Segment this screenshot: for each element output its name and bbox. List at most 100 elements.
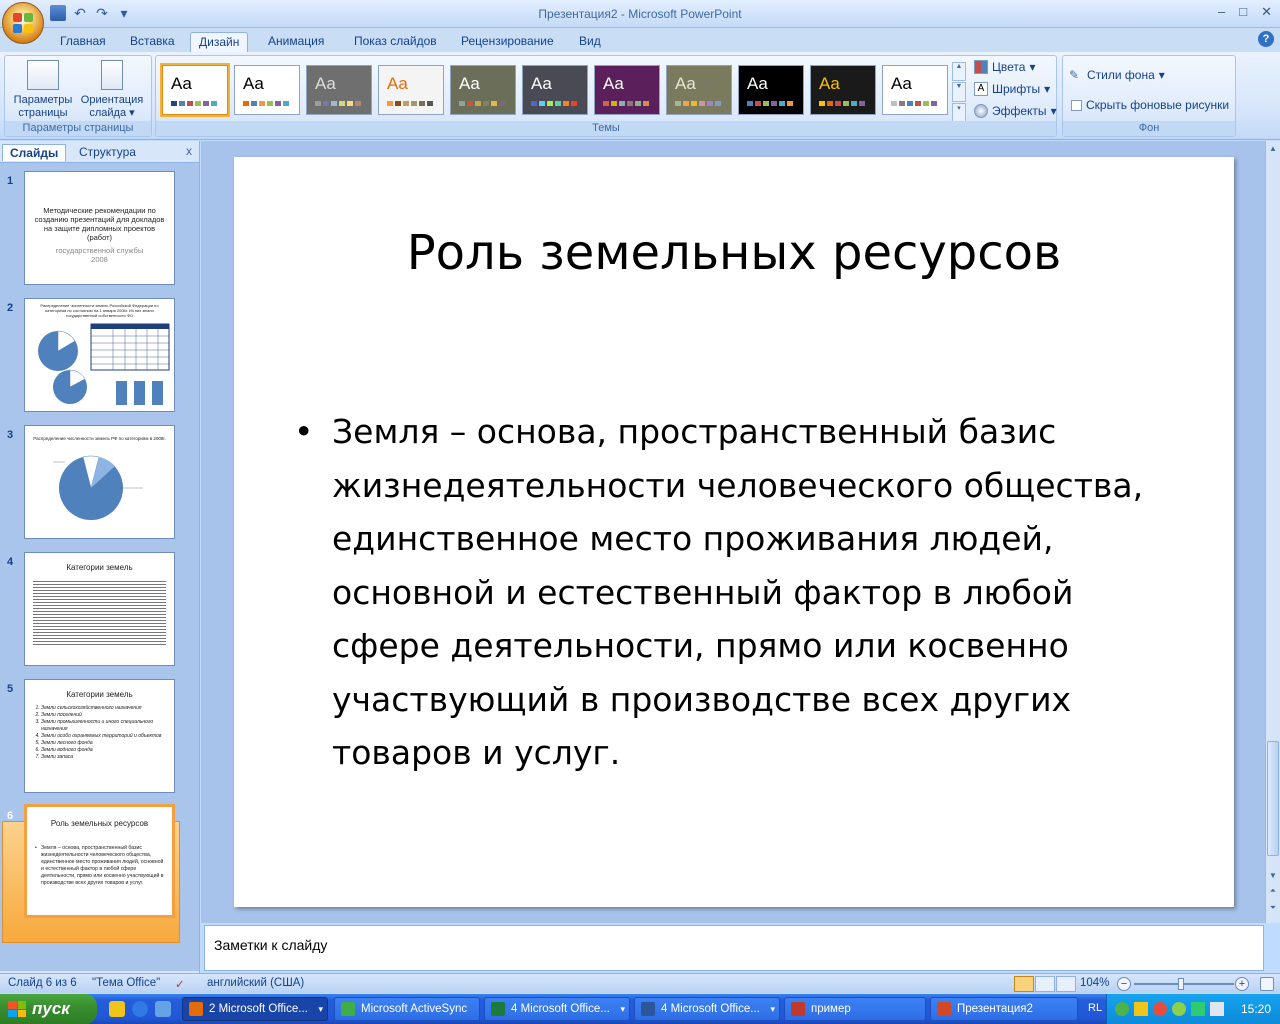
volume-icon[interactable] — [1210, 1002, 1224, 1016]
theme-thumbnail[interactable]: Aa — [160, 63, 230, 117]
next-slide-icon[interactable]: ⏷ — [1267, 903, 1279, 913]
taskbar-task-6[interactable]: Презентация2 — [930, 997, 1078, 1021]
gallery-more-icon[interactable]: ▾ — [952, 102, 966, 122]
language-indicator[interactable]: английский (США) — [207, 977, 304, 989]
fit-slide-button[interactable] — [1260, 977, 1274, 991]
sync-icon[interactable] — [1115, 1002, 1129, 1016]
theme-thumbnail[interactable]: Aa — [666, 65, 732, 115]
mail-icon[interactable] — [1134, 1002, 1148, 1016]
theme-fonts-button[interactable]: A Шрифты ▾ — [974, 82, 1050, 96]
theme-thumbnail[interactable]: Aa — [738, 65, 804, 115]
slide-thumbnail-5[interactable]: Категории земель Земли сельскохозяйствен… — [24, 679, 175, 793]
slide-orientation-button[interactable]: Ориентация слайда ▾ — [77, 60, 147, 120]
zoom-out-button[interactable]: − — [1117, 977, 1131, 991]
antivirus-icon[interactable] — [1153, 1002, 1167, 1016]
theme-colors-button[interactable]: Цвета ▾ — [974, 60, 1035, 74]
theme-thumbnail[interactable]: Aa — [378, 65, 444, 115]
close-panel-icon[interactable]: x — [186, 144, 192, 158]
office-button[interactable] — [2, 2, 44, 44]
theme-thumbnail[interactable]: Aa — [882, 65, 948, 115]
security-icon[interactable] — [1191, 1002, 1205, 1016]
theme-effects-button[interactable]: Эффекты ▾ — [974, 104, 1057, 118]
scroll-thumb[interactable] — [1267, 741, 1279, 856]
ie-icon[interactable] — [132, 1001, 148, 1017]
theme-thumbnail[interactable]: Aa — [594, 65, 660, 115]
tab-slides[interactable]: Слайды — [2, 144, 67, 161]
taskbar-task-4[interactable]: 4 Microsoft Office... ▾ — [634, 997, 780, 1021]
colors-icon — [974, 60, 988, 74]
themes-group-label: Темы — [156, 121, 1056, 136]
tab-animation[interactable]: Анимация — [260, 32, 332, 52]
zoom-in-button[interactable]: + — [1235, 977, 1249, 991]
tab-design[interactable]: Дизайн — [190, 32, 249, 52]
current-slide[interactable]: Роль земельных ресурсов • Земля – основа… — [234, 157, 1234, 907]
checkbox-icon[interactable] — [1071, 99, 1082, 111]
start-button[interactable]: пуск — [0, 994, 97, 1024]
network-icon[interactable] — [1172, 1002, 1186, 1016]
tab-insert[interactable]: Вставка — [122, 32, 183, 52]
normal-view-button[interactable] — [1014, 976, 1034, 992]
scroll-down-icon[interactable]: ▼ — [1267, 871, 1279, 880]
taskbar-task-2[interactable]: Microsoft ActiveSync — [334, 997, 480, 1021]
spellcheck-icon[interactable]: ✓ — [175, 977, 185, 991]
slide-thumbnail-1[interactable]: Методические рекомендации по созданию пр… — [24, 171, 175, 285]
vertical-scrollbar[interactable]: ▲ ▼ ⏶ ⏷ — [1265, 141, 1280, 923]
desktop-icon[interactable] — [155, 1001, 171, 1017]
title-bar: ↶ ↷ ▾ Презентация2 - Microsoft PowerPoin… — [0, 0, 1280, 28]
orientation-icon — [101, 60, 123, 90]
gallery-down-icon[interactable]: ▼ — [952, 82, 966, 102]
page-setup-button[interactable]: Параметры страницы — [8, 60, 78, 120]
tab-review[interactable]: Рецензирование — [453, 32, 562, 52]
theme-thumbnail[interactable]: Aa — [234, 65, 300, 115]
sorter-view-button[interactable] — [1035, 976, 1055, 992]
bar-shape — [116, 381, 127, 405]
bar-shape — [134, 381, 145, 405]
theme-thumbnail[interactable]: Aa — [450, 65, 516, 115]
outlook-icon[interactable] — [109, 1001, 125, 1017]
effects-icon — [974, 104, 988, 118]
theme-thumbnail[interactable]: Aa — [522, 65, 588, 115]
theme-thumbnail[interactable]: Aa — [306, 65, 372, 115]
slide-thumbnail-6[interactable]: Роль земельных ресурсов • Земля – основа… — [24, 804, 175, 918]
prev-slide-icon[interactable]: ⏶ — [1267, 886, 1279, 896]
tab-slideshow[interactable]: Показ слайдов — [346, 32, 445, 52]
background-group: ✎ Стили фона ▾ Скрыть фоновые рисунки Фо… — [1062, 55, 1236, 137]
tab-home[interactable]: Главная — [52, 32, 114, 52]
thumbnail-text-lines — [33, 581, 166, 647]
taskbar-task-5[interactable]: пример — [784, 997, 926, 1021]
taskbar-task-1[interactable]: 2 Microsoft Office... ▾ — [182, 997, 328, 1021]
scroll-up-icon[interactable]: ▲ — [1267, 144, 1279, 153]
slide-title[interactable]: Роль земельных ресурсов — [234, 225, 1234, 281]
zoom-slider-knob[interactable] — [1178, 978, 1184, 990]
chevron-down-icon: ▾ — [318, 1004, 323, 1014]
close-button[interactable]: ✕ — [1261, 4, 1272, 20]
help-icon[interactable]: ? — [1258, 31, 1274, 47]
slideshow-view-button[interactable] — [1056, 976, 1076, 992]
thumbnail-5-list: Земли сельскохозяйственного назначения З… — [41, 705, 168, 761]
theme-thumbnail[interactable]: Aa — [810, 65, 876, 115]
slide-thumbnail-4[interactable]: Категории земель — [24, 552, 175, 666]
slide-thumbnail-2[interactable]: Распределение численности земель Российс… — [24, 298, 175, 412]
gallery-up-icon[interactable]: ▲ — [952, 62, 966, 82]
hide-background-checkbox[interactable]: Скрыть фоновые рисунки — [1071, 98, 1229, 112]
keyboard-language[interactable]: RL — [1088, 1002, 1102, 1014]
minimize-button[interactable]: – — [1218, 4, 1225, 20]
background-styles-button[interactable]: ✎ Стили фона ▾ — [1069, 68, 1165, 82]
notes-pane[interactable]: Заметки к слайду — [204, 925, 1264, 971]
tab-outline[interactable]: Структура — [72, 144, 143, 161]
ribbon-tabs: Главная Вставка Дизайн Анимация Показ сл… — [0, 28, 1280, 52]
zoom-slider[interactable] — [1134, 983, 1234, 985]
chevron-down-icon: ▾ — [770, 1004, 775, 1014]
slide-body-text: Земля – основа, пространственный базис ж… — [332, 412, 1144, 772]
clock[interactable]: 15:20 — [1241, 1002, 1271, 1016]
taskbar-task-3[interactable]: 4 Microsoft Office... ▾ — [484, 997, 630, 1021]
paint-bucket-icon: ✎ — [1069, 68, 1080, 82]
zoom-level[interactable]: 104% — [1080, 977, 1109, 989]
slide-content[interactable]: • Земля – основа, пространственный базис… — [294, 405, 1174, 780]
ribbon: Параметры страницы Ориентация слайда ▾ П… — [0, 52, 1280, 140]
tab-view[interactable]: Вид — [571, 32, 609, 52]
windows-logo-icon — [8, 1001, 26, 1017]
maximize-button[interactable]: □ — [1239, 4, 1247, 20]
slide-thumbnail-3[interactable]: Распределение численности земель РФ по к… — [24, 425, 175, 539]
bar-shape — [152, 381, 163, 405]
